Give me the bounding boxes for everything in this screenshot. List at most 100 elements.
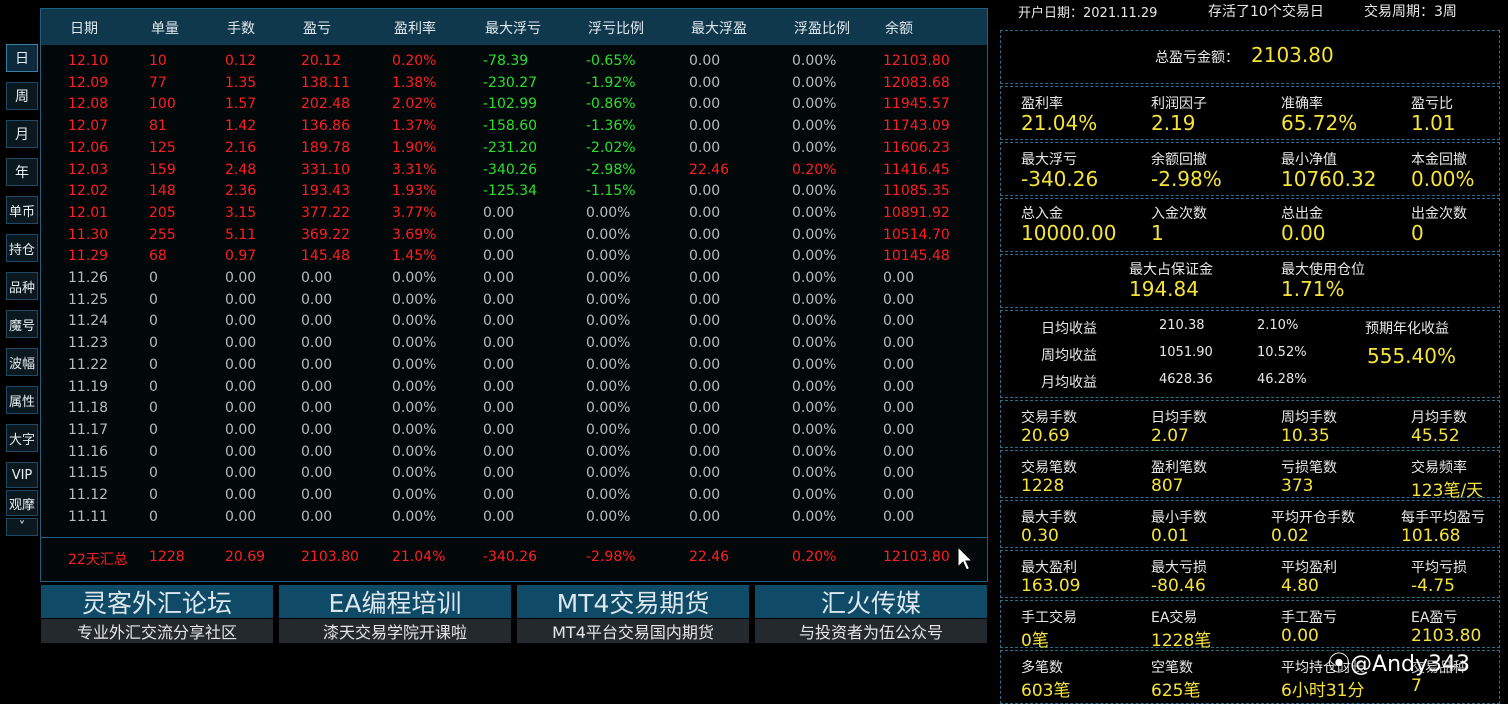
cell-date: 11.12 [68,487,109,503]
cell-max-float-loss: 0.00 [483,378,515,395]
table-row[interactable]: 11.16 0 0.00 0.00 0.00% 0.00 0.00% 0.00 0.00% 0.0… [41,444,987,465]
table-row[interactable]: 11.22 0 0.00 0.00 0.00% 0.00 0.00% 0.00 0.00% 0.0… [41,357,987,378]
cell-date: 11.24 [68,313,109,330]
banner-subtitle[interactable]: 漆天交易学院开课啦 [279,619,511,643]
banner-mt4-futures[interactable]: MT4交易期货 MT4平台交易国内期货 [517,585,749,643]
cell-balance: 10891.92 [883,204,950,221]
header-float-loss-ratio[interactable]: 浮亏比例 [588,18,644,38]
table-row[interactable]: 11.18 0 0.00 0.00 0.00% 0.00 0.00% 0.00 0.00% 0.0… [41,400,987,421]
banner-title[interactable]: EA编程培训 [279,585,511,618]
header-pl[interactable]: 盈亏 [303,18,331,38]
table-row[interactable]: 11.19 0 0.00 0.00 0.00% 0.00 0.00% 0.00 0.00% 0.0… [41,379,987,400]
table-row[interactable]: 11.23 0 0.00 0.00 0.00% 0.00 0.00% 0.00 0.00% 0.0… [41,335,987,356]
banner-huihuo-media[interactable]: 汇火传媒 与投资者为伍公众号 [755,585,987,643]
cell-float-loss-ratio: 0.00% [586,313,631,330]
cell-float-profit-ratio: 0.00% [792,378,837,395]
cell-max-float-loss: -230.27 [483,74,538,91]
nav-vip[interactable]: VIP [6,462,38,488]
cell-float-profit-ratio: 0.00% [792,487,837,503]
cell-pl: 0.00 [301,335,333,352]
table-row[interactable]: 12.06 125 2.16 189.78 1.90% -231.20 -2.02% 0.00… [41,140,987,161]
cell-balance: 10145.48 [883,248,950,265]
table-row[interactable]: 11.26 0 0.00 0.00 0.00% 0.00 0.00% 0.00 0.00% 0.0… [41,270,987,291]
header-orders[interactable]: 单量 [151,18,179,38]
table-row[interactable]: 12.01 205 3.15 377.22 3.77% 0.00 0.00% 0.00 0.00… [41,205,987,226]
stat-value: 0.00 [1281,626,1319,646]
nav-symbols[interactable]: 品种 [6,272,38,300]
table-row[interactable]: 12.08 100 1.57 202.48 2.02% -102.99 -0.86% 0.00… [41,96,987,117]
nav-day[interactable]: 日 [6,44,38,72]
table-row[interactable]: 11.12 0 0.00 0.00 0.00% 0.00 0.00% 0.00 0.00% 0.0… [41,487,987,508]
cell-float-loss-ratio: 0.00% [586,487,631,503]
nav-observe[interactable]: 观摩 [6,490,38,516]
nav-properties[interactable]: 属性 [6,386,38,414]
stat-value: 2103.80 [1411,626,1482,646]
cell-lots: 1.42 [225,118,257,135]
nav-week[interactable]: 周 [6,82,38,110]
cell-float-profit-ratio: 0.00% [792,270,837,286]
stats-group-8: 最大盈利 163.09 最大亏损 -80.46 平均盈利 4.80 平均亏损 -4.75 [1000,550,1500,598]
header-max-float-loss[interactable]: 最大浮亏 [485,18,541,38]
banner-subtitle[interactable]: 专业外汇交流分享社区 [41,619,273,643]
table-row[interactable]: 11.30 255 5.11 369.22 3.69% 0.00 0.00% 0.00 0.00… [41,227,987,248]
cell-profit-rate: 1.93% [392,183,437,200]
stat-value: 10.35 [1281,426,1330,446]
table-row[interactable]: 12.02 148 2.36 193.43 1.93% -125.34 -1.15% 0.00… [41,183,987,204]
nav-volatility[interactable]: 波幅 [6,348,38,376]
table-row[interactable]: 11.29 68 0.97 145.48 1.45% 0.00 0.00% 0.00 0.00%… [41,248,987,269]
cell-float-loss-ratio: -1.92% [586,74,636,91]
banner-ea-training[interactable]: EA编程培训 漆天交易学院开课啦 [279,585,511,643]
cell-float-profit-ratio: 0.00% [792,508,837,525]
summary-float-profit-ratio: 0.20% [792,549,837,565]
stat-label: 出金次数 [1411,206,1467,222]
table-row[interactable]: 12.03 159 2.48 331.10 3.31% -340.26 -2.98% 22.4… [41,162,987,183]
banner-title[interactable]: MT4交易期货 [517,585,749,618]
stat-value: 1.01 [1411,111,1456,135]
nav-large-font[interactable]: 大字 [6,424,38,452]
header-lots[interactable]: 手数 [227,18,255,38]
summary-row: 22天汇总 1228 20.69 2103.80 21.04% -340.26 -2.98%… [41,549,987,570]
cell-balance: 0.00 [883,378,915,395]
cell-profit-rate: 1.37% [392,118,437,135]
cell-balance: 11743.09 [883,118,950,135]
table-row[interactable]: 11.15 0 0.00 0.00 0.00% 0.00 0.00% 0.00 0.00% 0.0… [41,465,987,486]
nav-holdings[interactable]: 持仓 [6,234,38,262]
cell-orders: 0 [149,400,158,417]
table-row[interactable]: 11.17 0 0.00 0.00 0.00% 0.00 0.00% 0.00 0.00% 0.0… [41,422,987,443]
banner-title[interactable]: 汇火传媒 [755,585,987,618]
cell-lots: 0.00 [225,443,257,460]
table-row[interactable]: 11.24 0 0.00 0.00 0.00% 0.00 0.00% 0.00 0.00% 0.0… [41,313,987,334]
table-row[interactable]: 12.07 81 1.42 136.86 1.37% -158.60 -1.36% 0.00 0… [41,118,987,139]
header-date[interactable]: 日期 [70,18,98,38]
table-row[interactable]: 12.09 77 1.35 138.11 1.38% -230.27 -1.92% 0.00 0… [41,75,987,96]
nav-single-currency[interactable]: 单币 [6,196,38,224]
cell-pl: 0.00 [301,313,333,330]
stat-value: 194.84 [1129,277,1199,301]
banner-title[interactable]: 灵客外汇论坛 [41,585,273,618]
cell-orders: 100 [149,96,176,113]
banner-lingke-forum[interactable]: 灵客外汇论坛 专业外汇交流分享社区 [41,585,273,643]
header-max-float-profit[interactable]: 最大浮盈 [691,18,747,38]
banner-subtitle[interactable]: 与投资者为伍公众号 [755,619,987,643]
header-balance[interactable]: 余额 [885,18,913,38]
nav-month[interactable]: 月 [6,120,38,148]
cell-date: 11.16 [68,443,109,460]
header-float-profit-ratio[interactable]: 浮盈比例 [794,18,850,38]
header-profit-rate[interactable]: 盈利率 [394,18,436,38]
table-row[interactable]: 11.25 0 0.00 0.00 0.00% 0.00 0.00% 0.00 0.00% 0.0… [41,292,987,313]
cell-date: 12.02 [68,183,109,200]
summary-float-loss-ratio: -2.98% [586,549,636,565]
table-row[interactable]: 12.10 10 0.12 20.12 0.20% -78.39 -0.65% 0.00 0.0… [41,53,987,74]
cell-lots: 0.00 [225,356,257,373]
cell-max-float-profit: 0.00 [689,356,721,373]
nav-year[interactable]: 年 [6,158,38,186]
banner-subtitle[interactable]: MT4平台交易国内期货 [517,619,749,643]
cell-profit-rate: 0.00% [392,400,437,417]
table-row[interactable]: 11.11 0 0.00 0.00 0.00% 0.00 0.00% 0.00 0.00% 0.0… [41,509,987,530]
stat-label: 总入金 [1021,206,1063,222]
nav-magic[interactable]: 魔号 [6,310,38,338]
cell-date: 11.26 [68,270,109,286]
cell-balance: 12103.80 [883,53,950,69]
nav-more-chevron-icon[interactable]: ˅ [6,518,38,536]
cell-lots: 3.15 [225,204,257,221]
